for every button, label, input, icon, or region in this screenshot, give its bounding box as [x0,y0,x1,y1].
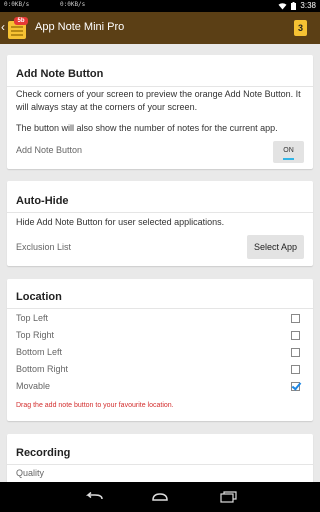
battery-icon [291,1,297,10]
add-note-description-2: The button will also show the number of … [16,123,278,133]
card-title: Auto-Hide [16,195,69,207]
location-option-bottom-right: Bottom Right [16,364,69,374]
wifi-icon [278,2,287,9]
location-option-bottom-left: Bottom Left [16,347,63,357]
recents-icon[interactable] [220,491,238,503]
network-speed-right: 0:0KB/s [60,1,86,8]
divider [7,212,313,213]
app-icon-badge: 5b [14,17,28,25]
divider [7,86,313,87]
app-title: App Note Mini Pro [35,21,125,33]
action-bar: ‹ 5b App Note Mini Pro 3 [0,12,320,44]
checkbox-top-left[interactable] [291,314,300,323]
back-arrow-icon[interactable] [83,492,103,502]
clock: 3:38 [300,1,316,10]
add-note-toggle[interactable]: ON [273,141,304,163]
checkbox-bottom-left[interactable] [291,348,300,357]
auto-hide-description: Hide Add Note Button for user selected a… [16,217,225,227]
note-count-badge[interactable]: 3 [294,20,307,36]
add-note-button-card: Add Note Button Check corners of your sc… [7,55,313,169]
divider [7,464,313,465]
location-option-movable: Movable [16,381,51,391]
network-speed-left: 0:0KB/s [4,1,30,8]
home-icon[interactable] [150,492,170,502]
add-note-setting-label: Add Note Button [16,145,83,155]
exclusion-list-label: Exclusion List [16,242,72,252]
up-caret-icon[interactable]: ‹ [1,20,5,34]
app-icon[interactable]: 5b [8,17,28,39]
card-title: Recording [16,447,71,459]
auto-hide-card: Auto-Hide Hide Add Note Button for user … [7,181,313,266]
select-app-button[interactable]: Select App [247,235,304,259]
checkbox-bottom-right[interactable] [291,365,300,374]
navigation-bar [0,482,320,512]
location-option-top-right: Top Right [16,330,55,340]
location-option-top-left: Top Left [16,313,49,323]
add-note-description-1: Check corners of your screen to preview … [16,89,301,112]
card-title: Add Note Button [16,68,104,80]
checkbox-movable[interactable] [291,382,300,391]
quality-label: Quality [16,468,45,478]
location-card: Location Top Left Top Right Bottom Left … [7,279,313,421]
card-title: Location [16,291,62,303]
divider [7,308,313,309]
status-icons: 3:38 [278,1,316,10]
checkbox-top-right[interactable] [291,331,300,340]
status-bar: 0:0KB/s 0:0KB/s 3:38 [0,0,320,12]
location-hint: Drag the add note button to your favouri… [16,402,174,409]
